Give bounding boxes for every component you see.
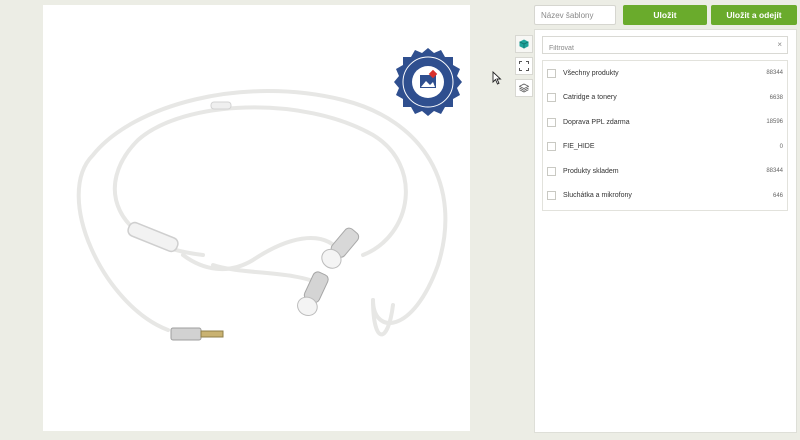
filter-box: × — [542, 36, 788, 57]
list-item-count: 88344 — [766, 168, 783, 175]
list-item-count: 88344 — [766, 70, 783, 77]
layers-icon — [519, 83, 529, 93]
mouse-cursor-icon — [492, 71, 502, 85]
list-item-label: Sluchátka a mikrofony — [563, 192, 632, 200]
fullscreen-icon — [519, 61, 529, 71]
side-toolbar — [515, 35, 534, 101]
list-item[interactable]: Doprava PPL zdarma 18596 — [543, 110, 787, 135]
clear-filter-icon[interactable]: × — [777, 39, 782, 51]
cube-icon — [519, 39, 529, 49]
category-list: Všechny produkty 88344 Catridge a tonery… — [542, 60, 788, 211]
checkbox[interactable] — [547, 68, 556, 78]
list-item[interactable]: Produkty skladem 88344 — [543, 159, 787, 184]
list-item[interactable]: Catridge a tonery 6638 — [543, 86, 787, 111]
list-item-count: 0 — [779, 143, 783, 150]
list-item-label: Doprava PPL zdarma — [563, 118, 630, 126]
list-item[interactable]: FIE_HIDE 0 — [543, 135, 787, 160]
list-item[interactable]: Všechny produkty 88344 — [543, 61, 787, 86]
list-item-label: Catridge a tonery — [563, 94, 617, 102]
save-button[interactable]: Uložit — [623, 5, 707, 25]
list-item-count: 18596 — [766, 119, 783, 126]
category-panel: × Všechny produkty 88344 Catridge a tone… — [534, 29, 797, 433]
feed-image-editor-badge — [394, 48, 462, 116]
checkbox[interactable] — [547, 166, 556, 176]
save-and-leave-button[interactable]: Uložit a odejít — [711, 5, 797, 25]
product-canvas[interactable] — [43, 5, 470, 431]
checkbox[interactable] — [547, 142, 556, 152]
list-item-label: Všechny produkty — [563, 69, 619, 77]
checkbox[interactable] — [547, 93, 556, 103]
checkbox[interactable] — [547, 191, 556, 201]
list-item-label: FIE_HIDE — [563, 143, 595, 151]
list-item-count: 6638 — [769, 94, 783, 101]
tool-products[interactable] — [515, 35, 533, 53]
list-item-count: 646 — [772, 192, 783, 199]
list-item-label: Produkty skladem — [563, 167, 619, 175]
tool-fullscreen[interactable] — [515, 57, 533, 75]
template-name-input[interactable] — [534, 5, 616, 25]
tool-layers[interactable] — [515, 79, 533, 97]
list-item[interactable]: Sluchátka a mikrofony 646 — [543, 184, 787, 209]
template-toolbar: Uložit Uložit a odejít — [534, 5, 797, 25]
filter-input[interactable] — [543, 40, 769, 57]
checkbox[interactable] — [547, 117, 556, 127]
